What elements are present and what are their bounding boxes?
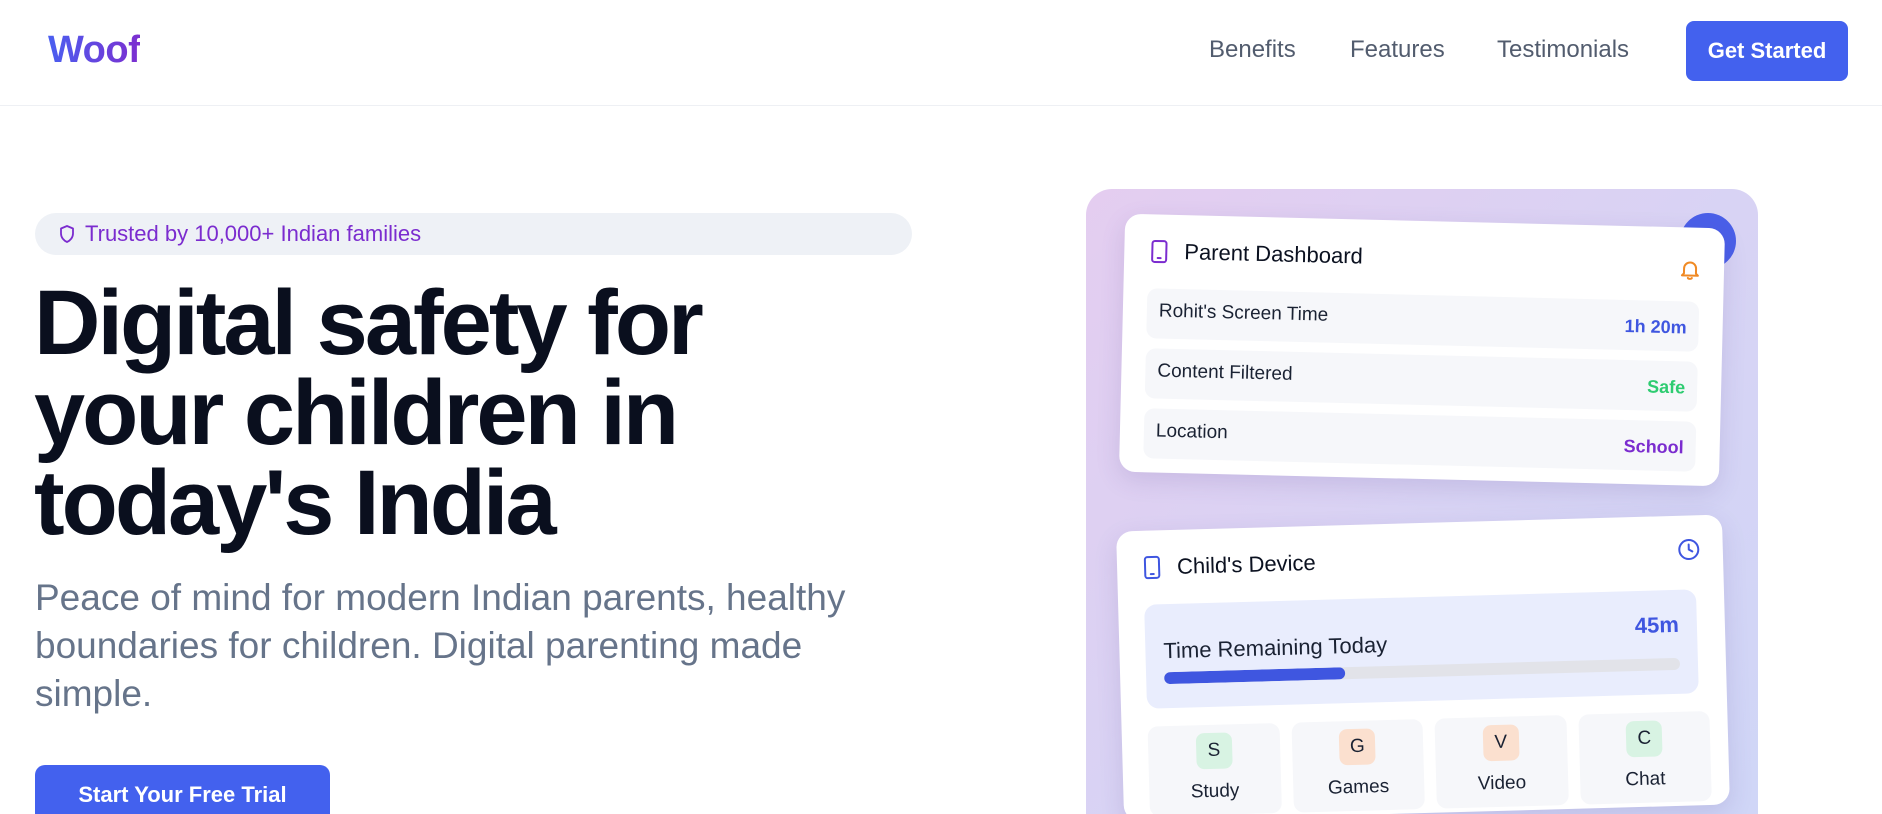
headline-line-2: your children in xyxy=(34,362,679,464)
stat-row-location: Location School xyxy=(1143,408,1697,472)
headline-line-3: today's India xyxy=(34,452,557,554)
hero-subtitle: Peace of mind for modern Indian parents,… xyxy=(35,577,846,714)
time-progress-fill xyxy=(1164,667,1345,685)
child-device-card: Child's Device Time Remaining Today 45m … xyxy=(1116,514,1730,814)
app-letter-icon: S xyxy=(1195,732,1233,770)
app-tile-video[interactable]: V Video xyxy=(1434,715,1569,809)
time-remaining-label: Time Remaining Today xyxy=(1163,631,1388,664)
stat-row-content-filtered: Content Filtered Safe xyxy=(1144,348,1698,412)
bell-icon[interactable] xyxy=(1678,257,1703,282)
app-name: Chat xyxy=(1625,768,1666,791)
start-free-trial-button[interactable]: Start Your Free Trial xyxy=(35,765,330,814)
app-name: Games xyxy=(1327,775,1390,799)
nav-features-link[interactable]: Features xyxy=(1350,36,1445,64)
shield-icon xyxy=(59,225,75,243)
app-tile-study[interactable]: S Study xyxy=(1147,723,1282,814)
child-card-title: Child's Device xyxy=(1176,549,1317,579)
headline-line-1: Digital safety for xyxy=(34,272,704,374)
app-tile-games[interactable]: G Games xyxy=(1290,719,1425,813)
time-remaining-value: 45m xyxy=(1634,611,1680,639)
stat-row-screen-time: Rohit's Screen Time 1h 20m xyxy=(1146,288,1700,352)
nav-benefits-link[interactable]: Benefits xyxy=(1209,36,1296,64)
child-card-header: Child's Device xyxy=(1143,550,1316,581)
hero-headline: Digital safety for your children in toda… xyxy=(34,272,834,554)
stat-value: School xyxy=(1623,435,1684,458)
app-letter-icon: V xyxy=(1482,724,1520,762)
app-mockup: Parent Dashboard Rohit's Screen Time 1h … xyxy=(1086,189,1758,814)
parent-card-header: Parent Dashboard xyxy=(1150,238,1363,269)
time-remaining-panel: Time Remaining Today 45m xyxy=(1144,589,1699,709)
phone-icon xyxy=(1143,555,1162,580)
phone-icon xyxy=(1150,239,1169,264)
app-name: Video xyxy=(1477,772,1527,795)
nav-testimonials-link[interactable]: Testimonials xyxy=(1497,36,1629,64)
app-tiles: S Study G Games V Video C Chat xyxy=(1147,711,1712,814)
trust-badge: Trusted by 10,000+ Indian families xyxy=(35,213,912,255)
app-name: Study xyxy=(1190,780,1240,803)
stat-value: Safe xyxy=(1646,376,1686,398)
trust-badge-text: Trusted by 10,000+ Indian families xyxy=(85,221,422,246)
logo[interactable]: Woof xyxy=(48,29,141,72)
app-tile-chat[interactable]: C Chat xyxy=(1577,711,1712,805)
stat-value: 1h 20m xyxy=(1624,315,1687,338)
parent-dashboard-card: Parent Dashboard Rohit's Screen Time 1h … xyxy=(1118,213,1726,487)
clock-icon[interactable] xyxy=(1676,537,1701,562)
stat-label: Rohit's Screen Time xyxy=(1158,300,1329,326)
app-letter-icon: G xyxy=(1338,728,1376,766)
get-started-button[interactable]: Get Started xyxy=(1686,21,1848,81)
site-header: Woof Benefits Features Testimonials Get … xyxy=(0,0,1882,106)
app-letter-icon: C xyxy=(1625,720,1663,758)
stat-label: Location xyxy=(1155,420,1229,444)
stat-label: Content Filtered xyxy=(1157,360,1293,385)
parent-card-title: Parent Dashboard xyxy=(1184,239,1364,269)
